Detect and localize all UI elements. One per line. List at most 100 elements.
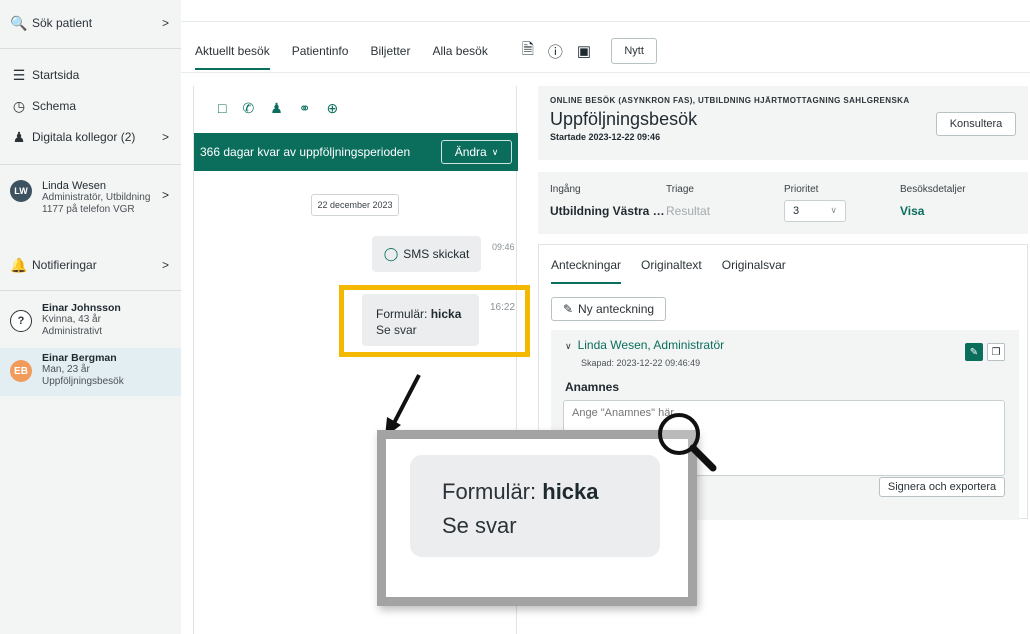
besoksdetaljer-label: Besöksdetaljer: [900, 184, 966, 195]
zoomed-form-message: Formulär: hicka Se svar: [410, 455, 660, 557]
clock-icon: ◷: [12, 97, 26, 114]
pencil-icon: ✎: [969, 346, 979, 358]
sidebar-item-schema[interactable]: ◷ Schema: [10, 97, 171, 115]
edit-note-button[interactable]: ✎: [965, 343, 983, 361]
patient-line2: Administrativt: [42, 326, 103, 337]
chevron-right-icon: >: [161, 130, 169, 144]
sidebar-item-startsida[interactable]: ☰ Startsida: [10, 66, 171, 84]
tab-biljetter[interactable]: Biljetter: [370, 32, 410, 70]
tab-patientinfo[interactable]: Patientinfo: [292, 32, 349, 70]
patient-line2: Uppföljningsbesök: [42, 376, 124, 387]
note-author: Linda Wesen, Administratör: [577, 338, 725, 352]
notes-tabs: Anteckningar Originaltext Originalsvar: [551, 245, 806, 285]
visit-header-card: ONLINE BESÖK (ASYNKRON FAS), UTBILDNING …: [538, 86, 1028, 160]
people-icon[interactable]: ♟: [270, 100, 283, 117]
sidebar-item-label: Schema: [32, 99, 77, 113]
anamnes-label: Anamnes: [565, 380, 620, 394]
video-icon[interactable]: ▣: [577, 42, 591, 60]
phone-icon[interactable]: ✆: [242, 100, 254, 117]
ingang-value: Utbildning Västra …: [550, 204, 665, 218]
prioritet-value: 3: [793, 205, 800, 217]
visa-link[interactable]: Visa: [900, 204, 924, 218]
document-icon[interactable]: 🗎: [522, 39, 534, 64]
patient-unknown-icon: ?: [10, 310, 32, 332]
chat-bubble-icon: ◯: [383, 246, 399, 261]
people-icon: ♟: [12, 128, 26, 145]
chat-actions: □ ✆ ♟ ⚭ ⊕: [218, 100, 354, 117]
tab-anteckningar[interactable]: Anteckningar: [551, 246, 622, 284]
new-note-button[interactable]: ✎ Ny anteckning: [551, 297, 666, 321]
visit-tabs: Aktuellt besök Patientinfo Biljetter All…: [195, 30, 658, 72]
search-patient-label: Sök patient: [32, 16, 93, 30]
sidebar-item-label: Digitala kollegor (2): [32, 130, 136, 144]
nytt-button[interactable]: Nytt: [611, 38, 658, 64]
patient-name: Einar Bergman: [42, 352, 117, 364]
zoom-se-svar: Se svar: [442, 513, 517, 538]
chevron-down-icon: ∨: [491, 146, 499, 157]
search-patient[interactable]: 🔍 Sök patient >: [10, 14, 171, 32]
user-role: Administratör, Utbildning 1177 på telefo…: [42, 192, 151, 215]
tab-originalsvar[interactable]: Originalsvar: [722, 246, 786, 284]
triage-value: Resultat: [666, 204, 711, 218]
ingang-label: Ingång: [550, 184, 581, 195]
sidebar-item-label: Startsida: [32, 68, 80, 82]
zoom-callout: Formulär: hicka Se svar: [377, 430, 697, 606]
edit-icon: ✎: [562, 302, 573, 316]
patient-item[interactable]: ? Einar Johnsson Kvinna, 43 år Administr…: [0, 302, 181, 346]
patient-line1: Man, 23 år: [42, 364, 90, 375]
period-text: 366 dagar kvar av uppföljningsperioden: [200, 145, 411, 159]
andra-label: Ändra: [454, 145, 487, 159]
divider: [0, 164, 181, 165]
divider: [0, 290, 181, 291]
followup-period-bar: 366 dagar kvar av uppföljningsperioden Ä…: [194, 133, 518, 171]
tab-aktuellt-besok[interactable]: Aktuellt besök: [195, 32, 270, 70]
note-header[interactable]: ∨ Linda Wesen, Administratör Skapad: 2023…: [551, 330, 1019, 374]
user-name: Linda Wesen: [42, 180, 107, 192]
andra-button[interactable]: Ändra ∨: [441, 140, 512, 164]
alert-icon[interactable]: ⓘ: [548, 41, 563, 62]
sidebar-item-label: Notifieringar: [32, 258, 97, 272]
prioritet-label: Prioritet: [784, 184, 819, 195]
chevron-down-icon: ∨: [830, 205, 837, 215]
visit-type: ONLINE BESÖK (ASYNKRON FAS), UTBILDNING …: [550, 96, 910, 105]
chat-icon[interactable]: ⚭: [299, 100, 311, 117]
patient-item-selected[interactable]: EB Einar Bergman Man, 23 år Uppföljnings…: [0, 348, 181, 396]
triage-label: Triage: [666, 184, 694, 195]
tab-originaltext[interactable]: Originaltext: [641, 246, 702, 284]
sign-export-button[interactable]: Signera och exportera: [879, 477, 1005, 497]
zoom-form-prefix: Formulär:: [442, 479, 537, 504]
copy-icon: ❐: [991, 346, 1001, 358]
message-time: 09:46: [492, 242, 515, 252]
divider: [181, 72, 1030, 73]
chevron-right-icon: >: [161, 16, 169, 30]
video-call-icon[interactable]: □: [218, 100, 226, 117]
details-card: Ingång Utbildning Västra … Triage Result…: [538, 172, 1028, 234]
konsultera-button[interactable]: Konsultera: [936, 112, 1016, 136]
chevron-right-icon: >: [161, 258, 169, 272]
prioritet-select[interactable]: 3 ∨: [784, 200, 846, 222]
copy-note-button[interactable]: ❐: [987, 343, 1005, 361]
date-separator: 22 december 2023: [311, 194, 399, 216]
sms-message: ◯ SMS skickat: [372, 236, 481, 272]
chevron-down-icon: ∨: [565, 341, 572, 351]
divider: [0, 48, 181, 49]
top-strip: [181, 0, 1030, 22]
avatar: LW: [10, 180, 32, 202]
sidebar: 🔍 Sök patient > ☰ Startsida ◷ Schema ♟ D…: [0, 0, 181, 634]
highlight-box: [339, 285, 530, 357]
search-icon: 🔍: [10, 14, 28, 31]
current-user[interactable]: LW Linda Wesen Administratör, Utbildning…: [0, 180, 181, 216]
new-note-label: Ny anteckning: [578, 302, 655, 316]
sidebar-item-digitala-kollegor[interactable]: ♟ Digitala kollegor (2) >: [10, 128, 171, 146]
zoom-form-name: hicka: [542, 479, 599, 504]
magnifier-icon: [658, 413, 717, 472]
add-icon[interactable]: ⊕: [327, 100, 339, 117]
patient-name: Einar Johnsson: [42, 302, 121, 314]
bell-icon: 🔔: [10, 256, 28, 273]
sidebar-item-notifieringar[interactable]: 🔔 Notifieringar >: [10, 256, 171, 274]
avatar: EB: [10, 360, 32, 382]
chevron-right-icon: >: [161, 188, 169, 202]
tab-alla-besok[interactable]: Alla besök: [432, 32, 487, 70]
sms-label: SMS skickat: [403, 247, 470, 261]
list-icon: ☰: [12, 66, 26, 83]
